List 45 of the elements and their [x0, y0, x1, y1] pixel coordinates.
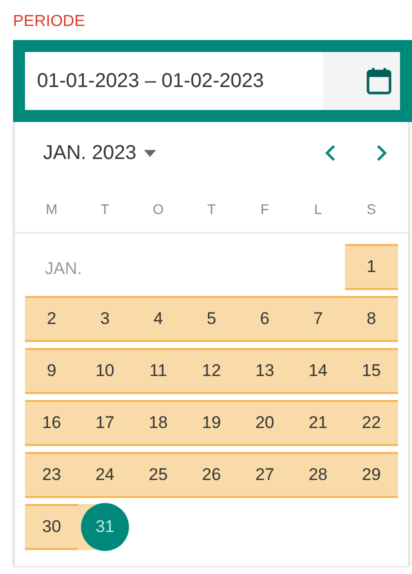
- day-button[interactable]: 16: [42, 410, 62, 436]
- day-button[interactable]: 1: [366, 254, 376, 280]
- day-button[interactable]: 11: [149, 358, 168, 384]
- weekday-header: M: [44, 200, 58, 218]
- day-button[interactable]: 27: [255, 462, 274, 488]
- weekday-header: S: [366, 200, 378, 218]
- day-button[interactable]: 3: [100, 306, 110, 332]
- day-button[interactable]: 12: [202, 358, 221, 384]
- day-button[interactable]: 21: [308, 410, 328, 436]
- day-button[interactable]: 7: [313, 306, 323, 332]
- day-button[interactable]: 28: [308, 462, 328, 488]
- day-button[interactable]: 17: [95, 410, 114, 436]
- day-button[interactable]: 6: [260, 306, 270, 332]
- date-range-field[interactable]: 01-01-2023 – 01-02-2023: [13, 40, 412, 122]
- day-button[interactable]: 13: [255, 358, 274, 384]
- day-button[interactable]: 19: [202, 410, 221, 436]
- field-label: PERIODE: [13, 12, 86, 32]
- day-button[interactable]: 20: [255, 410, 274, 436]
- month-label: JAN.: [45, 258, 82, 280]
- weekday-header: T: [100, 200, 110, 218]
- day-button[interactable]: 15: [362, 358, 381, 384]
- caret-down-icon: [144, 150, 156, 156]
- day-button[interactable]: 22: [362, 410, 381, 436]
- day-button[interactable]: 4: [153, 306, 163, 332]
- day-button[interactable]: 8: [366, 306, 376, 332]
- next-month-icon[interactable]: [376, 144, 388, 162]
- day-button[interactable]: 26: [202, 462, 221, 488]
- day-button[interactable]: 30: [42, 514, 62, 540]
- previous-month-icon[interactable]: [324, 144, 336, 162]
- day-button[interactable]: 14: [308, 358, 328, 384]
- day-button[interactable]: 10: [95, 358, 114, 384]
- day-button[interactable]: 24: [95, 462, 114, 488]
- weekday-header: T: [206, 200, 217, 218]
- weekday-header: O: [152, 200, 165, 218]
- day-button[interactable]: 25: [148, 462, 168, 488]
- day-button[interactable]: 18: [148, 410, 168, 436]
- day-button[interactable]: 5: [206, 306, 216, 332]
- day-button[interactable]: 23: [42, 462, 62, 488]
- day-button[interactable]: 2: [46, 306, 56, 332]
- day-button[interactable]: 9: [46, 358, 56, 384]
- weekday-header: L: [313, 200, 323, 218]
- day-button[interactable]: 29: [362, 462, 381, 488]
- month-year-dropdown[interactable]: JAN. 2023: [43, 138, 156, 168]
- calendar-icon[interactable]: [366, 67, 392, 95]
- weekday-header: F: [260, 200, 270, 218]
